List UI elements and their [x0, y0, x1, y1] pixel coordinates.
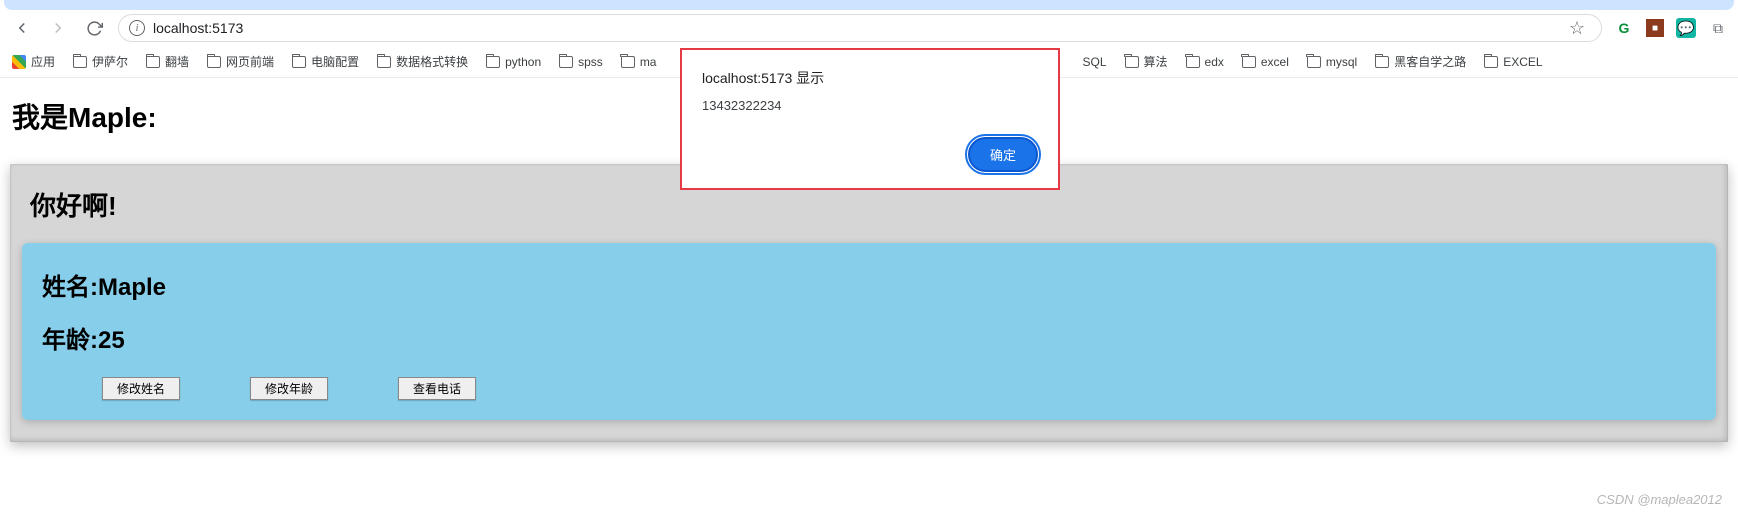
extensions-puzzle-icon[interactable]: ⧉ [1708, 18, 1728, 38]
site-info-icon[interactable]: i [129, 20, 145, 36]
bookmark-folder[interactable]: 翻墙 [146, 53, 189, 70]
folder-icon [1125, 56, 1139, 68]
age-value: 25 [98, 327, 125, 354]
folder-icon [1484, 56, 1498, 68]
bookmark-folder[interactable]: EXCEL [1484, 55, 1542, 69]
edit-age-button[interactable]: 修改年龄 [250, 377, 328, 400]
folder-icon [559, 56, 573, 68]
extension-icon-1[interactable]: G [1614, 18, 1634, 38]
bookmark-folder[interactable]: 电脑配置 [292, 53, 359, 70]
folder-icon [621, 56, 635, 68]
edit-name-button[interactable]: 修改姓名 [102, 377, 180, 400]
folder-icon [377, 56, 391, 68]
age-row: 年龄:25 [42, 320, 1696, 355]
folder-icon [1242, 56, 1256, 68]
folder-icon [73, 56, 87, 68]
apps-shortcut[interactable]: 应用 [12, 53, 55, 70]
dialog-button-row: 确定 [702, 137, 1038, 172]
address-bar[interactable]: i localhost:5173 ☆ [118, 14, 1602, 42]
bookmark-folder[interactable]: 数据格式转换 [377, 53, 468, 70]
apps-label: 应用 [31, 53, 55, 70]
folder-icon [1186, 56, 1200, 68]
age-label: 年龄: [42, 327, 98, 354]
folder-icon [207, 56, 221, 68]
dialog-title: localhost:5173 显示 [702, 68, 1038, 88]
browser-toolbar: i localhost:5173 ☆ G ■ 💬 ⧉ [0, 10, 1738, 46]
bookmark-folder[interactable]: spss [559, 55, 603, 69]
bookmark-star-icon[interactable]: ☆ [1569, 18, 1585, 39]
watermark: CSDN @maplea2012 [1597, 492, 1722, 507]
folder-icon [1375, 56, 1389, 68]
bookmark-folder[interactable]: python [486, 55, 541, 69]
folder-icon [146, 56, 160, 68]
window-tab-strip [4, 0, 1734, 10]
name-label: 姓名: [42, 274, 98, 301]
bookmark-folder[interactable]: 算法 [1125, 53, 1168, 70]
alert-dialog: localhost:5173 显示 13432322234 确定 [680, 48, 1060, 190]
info-card: 姓名:Maple 年龄:25 修改姓名 修改年龄 查看电话 [22, 243, 1716, 420]
bookmark-folder[interactable]: 网页前端 [207, 53, 274, 70]
bookmark-folder[interactable]: mysql [1307, 55, 1357, 69]
name-row: 姓名:Maple [42, 267, 1696, 302]
bookmark-folder[interactable]: SQL [1082, 55, 1106, 69]
forward-button[interactable] [46, 16, 70, 40]
view-phone-button[interactable]: 查看电话 [398, 377, 476, 400]
dialog-ok-button[interactable]: 确定 [968, 137, 1038, 172]
bookmark-folder[interactable]: edx [1186, 55, 1224, 69]
dialog-message: 13432322234 [702, 98, 1038, 113]
folder-icon [486, 56, 500, 68]
extension-icon-2[interactable]: ■ [1646, 19, 1664, 37]
back-button[interactable] [10, 16, 34, 40]
folder-icon [1307, 56, 1321, 68]
reload-button[interactable] [82, 16, 106, 40]
bookmark-folder[interactable]: ma [621, 55, 657, 69]
bookmark-folder[interactable]: 伊萨尔 [73, 53, 128, 70]
button-row: 修改姓名 修改年龄 查看电话 [42, 377, 1696, 400]
extension-icon-3[interactable]: 💬 [1676, 18, 1696, 38]
bookmark-folder[interactable]: 黑客自学之路 [1375, 53, 1466, 70]
name-value: Maple [98, 274, 166, 301]
apps-icon [12, 55, 26, 69]
url-text: localhost:5173 [153, 20, 1561, 36]
bookmark-folder[interactable]: excel [1242, 55, 1289, 69]
outer-card: 你好啊! 姓名:Maple 年龄:25 修改姓名 修改年龄 查看电话 [10, 164, 1728, 442]
folder-icon [292, 56, 306, 68]
greeting-title: 你好啊! [30, 186, 1708, 223]
